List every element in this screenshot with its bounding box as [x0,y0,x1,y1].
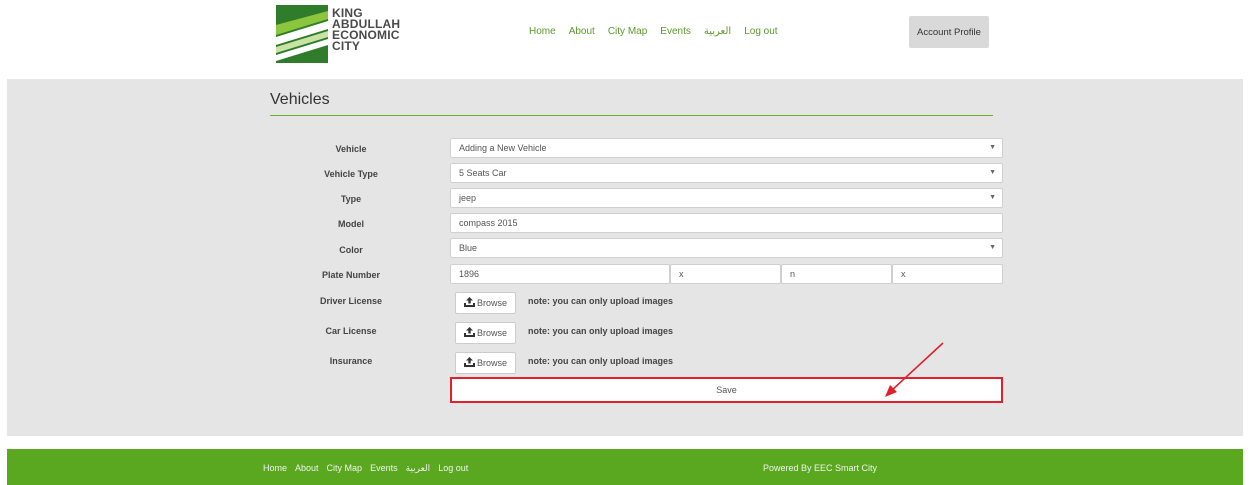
plate-letter-1-value: x [679,269,684,279]
logo-wordmark: KING ABDULLAH ECONOMIC CITY [332,7,400,53]
footer-nav-events[interactable]: Events [370,463,398,474]
nav-home[interactable]: Home [529,26,556,40]
nav-about[interactable]: About [569,26,595,40]
footer-nav-city-map[interactable]: City Map [327,463,363,474]
car-license-note: note: you can only upload images [528,326,674,336]
annotation-arrow-icon [877,341,949,401]
logo-mark-icon [276,5,328,63]
driver-license-note: note: you can only upload images [528,296,674,306]
car-license-label: Car License [325,326,377,336]
footer-nav-logout[interactable]: Log out [438,463,468,474]
model-input[interactable]: compass 2015 [450,213,1003,233]
type-value: jeep [459,193,477,203]
nav-arabic[interactable]: العربية [704,26,731,40]
plate-letter-2-value: n [790,269,796,279]
driver-license-browse-button[interactable]: Browse [455,292,516,314]
color-select[interactable]: Blue ▼ [450,238,1003,258]
footer-nav-about[interactable]: About [295,463,319,474]
vehicle-type-select[interactable]: 5 Seats Car ▼ [450,163,1003,183]
insurance-browse-button[interactable]: Browse [455,352,516,374]
plate-letter-2-input[interactable]: n [781,264,892,284]
footer-nav-home[interactable]: Home [263,463,287,474]
model-label: Model [338,219,364,229]
upload-icon [463,327,475,339]
nav-events[interactable]: Events [660,26,691,40]
nav-logout[interactable]: Log out [744,26,777,40]
insurance-label: Insurance [329,356,373,366]
type-label: Type [340,194,362,204]
vehicles-panel: Vehicles Vehicle Adding a New Vehicle ▼ … [7,79,1243,436]
page-title: Vehicles [270,91,330,108]
chevron-down-icon: ▼ [989,244,996,251]
vehicle-select[interactable]: Adding a New Vehicle ▼ [450,138,1003,158]
kaec-logo[interactable]: KING ABDULLAH ECONOMIC CITY [276,5,400,63]
color-label: Color [339,245,363,255]
title-divider [270,115,993,116]
browse-label: Browse [476,298,507,308]
footer-credit: Powered By EEC Smart City [763,463,878,473]
vehicle-type-label: Vehicle Type [324,169,378,179]
browse-label: Browse [476,358,507,368]
upload-icon [463,297,475,309]
top-nav: Home About City Map Events العربية Log o… [529,26,791,40]
upload-icon [463,357,475,369]
account-profile-button[interactable]: Account Profile [909,16,989,48]
insurance-note: note: you can only upload images [528,356,674,366]
vehicle-select-value: Adding a New Vehicle [459,143,547,153]
plate-letter-3-input[interactable]: x [892,264,1003,284]
chevron-down-icon: ▼ [989,194,996,201]
vehicle-label: Vehicle [335,144,367,154]
chevron-down-icon: ▼ [989,144,996,151]
plate-letter-1-input[interactable]: x [670,264,781,284]
footer-nav: Home About City Map Events العربية Log o… [263,463,476,474]
logo-line: CITY [332,39,361,53]
vehicle-type-value: 5 Seats Car [459,168,507,178]
plate-number-value: 1896 [459,269,480,279]
plate-letter-3-value: x [901,269,906,279]
driver-license-label: Driver License [319,296,383,306]
type-select[interactable]: jeep ▼ [450,188,1003,208]
color-value: Blue [459,243,478,253]
plate-number-label: Plate Number [321,270,381,280]
footer-nav-arabic[interactable]: العربية [406,463,431,474]
nav-city-map[interactable]: City Map [608,26,647,40]
chevron-down-icon: ▼ [989,169,996,176]
model-value: compass 2015 [459,218,518,228]
site-header: KING ABDULLAH ECONOMIC CITY Home About C… [0,0,1250,76]
car-license-browse-button[interactable]: Browse [455,322,516,344]
site-footer: Home About City Map Events العربية Log o… [7,449,1243,485]
browse-label: Browse [476,328,507,338]
plate-number-input[interactable]: 1896 [450,264,670,284]
